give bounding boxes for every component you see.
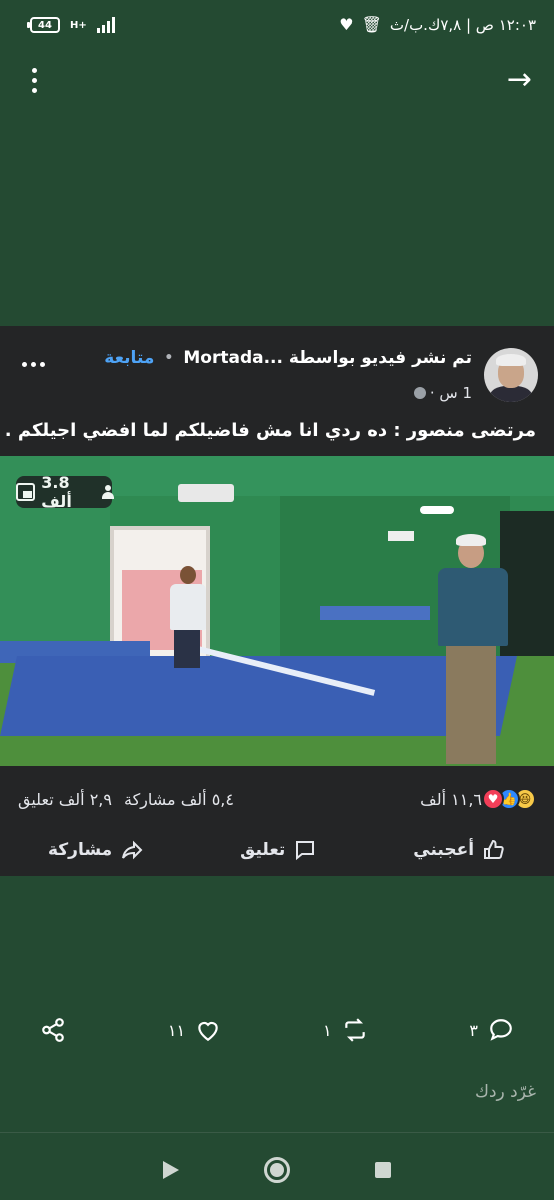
share-nodes-icon (42, 1018, 64, 1042)
post-time: 1 س · (429, 384, 472, 402)
nav-back-icon[interactable] (162, 1161, 179, 1179)
share-arrow-icon (122, 840, 143, 860)
globe-icon (413, 387, 426, 399)
battery-icon: 44 (27, 17, 60, 33)
pip-icon[interactable] (16, 483, 36, 501)
post-meta: 1 س · (413, 384, 472, 402)
share-tool[interactable] (40, 1017, 66, 1043)
status-bar: 44 H+ ١٢:٠٣ ص | ٧,٨ك.ب/ث 🗑 ♥ (0, 0, 554, 50)
reply-input[interactable]: غرّد ردك (475, 1082, 536, 1102)
arrow-right-icon[interactable]: → (507, 65, 532, 95)
trash-icon: 🗑 (361, 15, 382, 34)
network-type: H+ (70, 19, 87, 31)
heart-outline-icon (198, 1021, 218, 1042)
like-label: أعجبني (413, 840, 475, 860)
battery-level: 44 (38, 19, 52, 31)
post-author-title[interactable]: تم نشر فيديو بواسطة ...Mortada (183, 348, 472, 368)
top-bar: → (0, 50, 554, 110)
kebab-menu-icon[interactable] (28, 64, 41, 97)
post-title-line: تم نشر فيديو بواسطة ...Mortada • متابعة (104, 348, 472, 368)
viewer-count-badge: 3.8 ألف (16, 473, 115, 511)
retweet-tool[interactable]: ١ (323, 1017, 368, 1043)
nav-recents-icon[interactable] (375, 1162, 392, 1178)
avatar[interactable] (484, 348, 538, 402)
reactions-row: 😆 👍 ♥ ١١,٦ ألف ٥,٤ ألف مشاركة ٢,٩ ألف تع… (0, 782, 554, 816)
comments-count[interactable]: ٢,٩ ألف تعليق (18, 790, 112, 809)
shares-count[interactable]: ٥,٤ ألف مشاركة (124, 790, 234, 809)
person-icon (101, 485, 115, 499)
status-time: ١٢:٠٣ ص | ٧,٨ك.ب/ث (389, 16, 536, 34)
share-button[interactable]: مشاركة (48, 838, 144, 862)
comment-label: تعليق (240, 840, 286, 860)
reply-count: ٣ (469, 1020, 478, 1040)
post-header: تم نشر فيديو بواسطة ...Mortada • متابعة … (0, 326, 554, 406)
reaction-stack: 😆 👍 ♥ (482, 788, 536, 810)
system-nav-bar (0, 1140, 554, 1200)
follow-button[interactable]: متابعة (104, 348, 154, 368)
reply-bubble-icon (490, 1019, 512, 1041)
status-left: 44 H+ (27, 17, 115, 33)
dot-separator: • (164, 350, 174, 366)
reaction-summary[interactable]: 😆 👍 ♥ ١١,٦ ألف (420, 788, 536, 810)
post-caption: مرتضى منصور : ده ردي انا مش فاضيلكم لما … (4, 420, 536, 441)
video-player[interactable]: 3.8 ألف (0, 456, 554, 766)
tweet-action-bar: ١١ ١ ٣ (0, 1002, 554, 1058)
nav-home-icon[interactable] (263, 1157, 290, 1183)
post-actions: أعجبني تعليق مشاركة (0, 824, 554, 876)
divider (0, 1132, 554, 1133)
comment-button[interactable]: تعليق (240, 838, 317, 862)
retweet-icon (344, 1018, 365, 1042)
status-right: ١٢:٠٣ ص | ٧,٨ك.ب/ث 🗑 ♥ (339, 16, 536, 34)
reply-tool[interactable]: ٣ (469, 1017, 514, 1043)
post-stats: ٥,٤ ألف مشاركة ٢,٩ ألف تعليق (18, 790, 234, 809)
love-reaction-icon: ♥ (482, 788, 504, 810)
heart-icon: ♥ (339, 15, 354, 34)
comment-icon (296, 841, 315, 861)
like-tool[interactable]: ١١ (168, 1017, 221, 1043)
signal-icon (96, 17, 115, 33)
like-button[interactable]: أعجبني (413, 838, 506, 862)
viewer-count: 3.8 ألف (41, 473, 72, 511)
reactions-count: ١١,٦ ألف (420, 789, 482, 809)
thumbs-up-icon (484, 839, 504, 859)
share-label: مشاركة (47, 840, 113, 860)
like-count: ١١ (167, 1020, 186, 1040)
retweet-count: ١ (322, 1020, 332, 1040)
post-card: تم نشر فيديو بواسطة ...Mortada • متابعة … (0, 326, 554, 876)
post-more-icon[interactable] (22, 362, 45, 367)
